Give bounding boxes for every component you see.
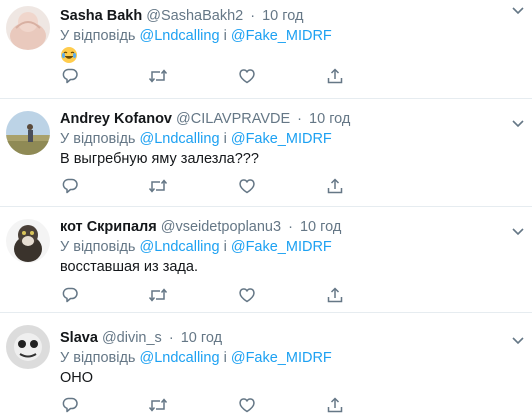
avatar[interactable]: [6, 111, 50, 155]
retweet-button[interactable]: [148, 66, 168, 86]
chevron-down-icon[interactable]: [511, 119, 525, 129]
tweet-header: Sasha Bakh @SashaBakh2 · 10 год: [60, 6, 532, 26]
reply-context: У відповідь @Lndcalling і @Fake_MIDRF: [60, 237, 532, 257]
tweet-feed: Sasha Bakh @SashaBakh2 · 10 год У відпов…: [0, 0, 532, 417]
chevron-down-icon[interactable]: [511, 227, 525, 237]
retweet-button[interactable]: [148, 285, 168, 305]
user-handle[interactable]: @SashaBakh2: [146, 8, 243, 24]
mention-link[interactable]: @Fake_MIDRF: [231, 28, 332, 44]
reply-conjunction: і: [223, 28, 227, 44]
tweet-actions: [60, 176, 350, 196]
retweet-icon: [148, 286, 168, 304]
like-icon: [238, 67, 256, 85]
user-handle[interactable]: @CILAVPRAVDE: [176, 111, 290, 127]
user-handle[interactable]: @divin_s: [102, 330, 162, 346]
reply-context: У відповідь @Lndcalling і @Fake_MIDRF: [60, 26, 532, 46]
display-name[interactable]: Andrey Kofanov: [60, 111, 172, 127]
reply-prefix: У відповідь: [60, 239, 136, 255]
reply-context: У відповідь @Lndcalling і @Fake_MIDRF: [60, 129, 532, 149]
tweet-header: Slava @divin_s · 10 год: [60, 328, 532, 348]
avatar[interactable]: [6, 219, 50, 263]
reply-conjunction: і: [223, 131, 227, 147]
retweet-icon: [148, 177, 168, 195]
share-icon: [326, 396, 344, 414]
timestamp[interactable]: 10 год: [262, 8, 303, 24]
avatar[interactable]: [6, 6, 50, 50]
reply-context: У відповідь @Lndcalling і @Fake_MIDRF: [60, 348, 532, 368]
avatar[interactable]: [6, 325, 50, 369]
reply-button[interactable]: [60, 285, 80, 305]
separator-dot: ·: [288, 219, 293, 235]
chevron-down-icon[interactable]: [511, 6, 525, 16]
like-button[interactable]: [237, 176, 257, 196]
like-icon: [238, 396, 256, 414]
mention-link[interactable]: @Lndcalling: [140, 350, 220, 366]
tweet-actions: [60, 395, 350, 415]
reply-button[interactable]: [60, 395, 80, 415]
mention-link[interactable]: @Fake_MIDRF: [231, 131, 332, 147]
tweet-header: Andrey Kofanov @CILAVPRAVDE · 10 год: [60, 109, 532, 129]
tweet-text: В выгребную яму залезла???: [60, 151, 259, 167]
like-button[interactable]: [237, 66, 257, 86]
share-button[interactable]: [325, 395, 345, 415]
reply-prefix: У відповідь: [60, 131, 136, 147]
like-button[interactable]: [237, 395, 257, 415]
separator-dot: ·: [297, 111, 303, 127]
share-icon: [326, 177, 344, 195]
retweet-button[interactable]: [148, 395, 168, 415]
mention-link[interactable]: @Fake_MIDRF: [231, 350, 332, 366]
share-button[interactable]: [325, 285, 345, 305]
reply-conjunction: і: [223, 239, 227, 255]
tweet-actions: [60, 285, 350, 305]
like-button[interactable]: [237, 285, 257, 305]
reply-prefix: У відповідь: [60, 28, 136, 44]
reply-icon: [61, 286, 79, 304]
tweet[interactable]: кот Скрипаля @vseidetpoplanu3 · 10 год У…: [0, 207, 532, 313]
separator-dot: ·: [168, 330, 174, 346]
tweet-text: восставшая из зада.: [60, 259, 198, 275]
tweet[interactable]: Sasha Bakh @SashaBakh2 · 10 год У відпов…: [0, 0, 532, 99]
reply-button[interactable]: [60, 176, 80, 196]
retweet-button[interactable]: [148, 176, 168, 196]
retweet-icon: [148, 67, 168, 85]
user-handle[interactable]: @vseidetpoplanu3: [161, 219, 281, 235]
display-name[interactable]: Slava: [60, 330, 98, 346]
timestamp[interactable]: 10 год: [309, 111, 350, 127]
share-button[interactable]: [325, 66, 345, 86]
reply-icon: [61, 177, 79, 195]
like-icon: [238, 286, 256, 304]
tweet[interactable]: Slava @divin_s · 10 год У відповідь @Lnd…: [0, 313, 532, 417]
retweet-icon: [148, 396, 168, 414]
tweet-text: [60, 46, 532, 66]
display-name[interactable]: Sasha Bakh: [60, 8, 142, 24]
mention-link[interactable]: @Lndcalling: [140, 131, 220, 147]
tweet-text: ОНО: [60, 370, 94, 386]
tweet-actions: [60, 66, 350, 86]
reply-conjunction: і: [223, 350, 227, 366]
timestamp[interactable]: 10 год: [181, 330, 222, 346]
reply-prefix: У відповідь: [60, 350, 136, 366]
chevron-down-icon[interactable]: [511, 336, 525, 346]
mention-link[interactable]: @Lndcalling: [140, 28, 220, 44]
reply-button[interactable]: [60, 66, 80, 86]
share-icon: [326, 67, 344, 85]
mention-link[interactable]: @Fake_MIDRF: [231, 239, 332, 255]
share-button[interactable]: [325, 176, 345, 196]
reply-icon: [61, 396, 79, 414]
mention-link[interactable]: @Lndcalling: [140, 239, 220, 255]
reply-icon: [61, 67, 79, 85]
tweet-header: кот Скрипаля @vseidetpoplanu3 · 10 год: [60, 217, 532, 237]
timestamp[interactable]: 10 год: [300, 219, 341, 235]
like-icon: [238, 177, 256, 195]
tweet[interactable]: Andrey Kofanov @CILAVPRAVDE · 10 год У в…: [0, 99, 532, 207]
separator-dot: ·: [250, 8, 256, 24]
share-icon: [326, 286, 344, 304]
display-name[interactable]: кот Скрипаля: [60, 219, 157, 235]
face-with-tears-of-joy-emoji: [60, 46, 78, 64]
